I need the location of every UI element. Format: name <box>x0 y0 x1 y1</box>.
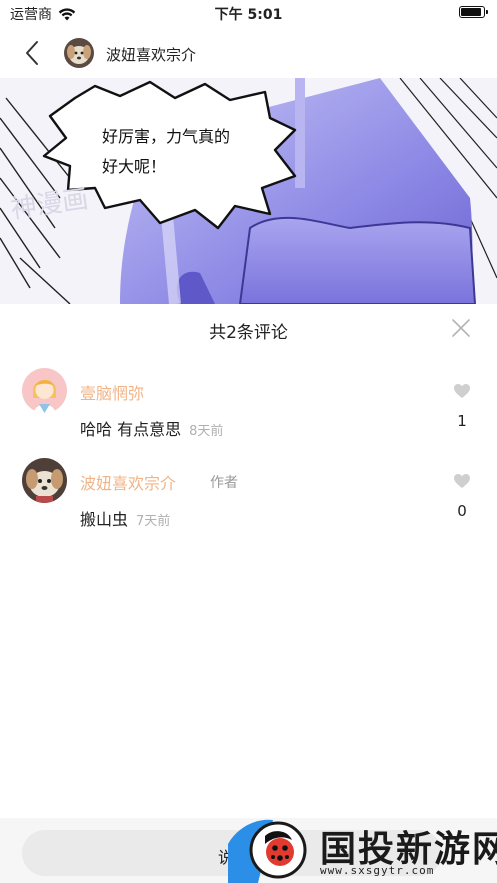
battery-fill <box>461 8 481 16</box>
comic-illustration: 神漫画 <box>0 78 497 304</box>
commenter-avatar[interactable] <box>22 368 67 413</box>
commenter-name[interactable]: 波妞喜欢宗介 <box>80 470 176 494</box>
heart-icon[interactable] <box>453 473 471 489</box>
status-time: 下午 5:01 <box>214 7 283 23</box>
speech-line-2: 好大呢！ <box>102 157 167 176</box>
close-icon[interactable] <box>451 318 471 338</box>
like-count: 0 <box>457 502 467 520</box>
speech-line-1: 好厉害，力气真的 <box>102 127 231 146</box>
comment-text: 搬山虫 <box>80 510 129 529</box>
like-count: 1 <box>457 412 467 430</box>
author-badge: 作者 <box>210 475 238 491</box>
comments-title: 共2条评论 <box>209 323 288 343</box>
battery-icon <box>459 6 488 18</box>
watermark-url: www.sxsgytr.com <box>320 864 435 877</box>
commenter-name[interactable]: 壹脑惘弥 <box>80 380 144 404</box>
author-avatar[interactable] <box>64 38 94 68</box>
comment-item: 壹脑惘弥 哈哈 有点意思 8天前 1 <box>0 368 497 440</box>
comic-image[interactable]: 神漫画 好厉害，力气真的 好大呢！ <box>0 78 497 304</box>
comment-time: 7天前 <box>136 514 171 529</box>
watermark-logo-icon <box>228 819 307 883</box>
back-chevron-icon[interactable] <box>18 38 46 68</box>
site-watermark: 国投新游网 www.sxsgytr.com <box>228 814 497 883</box>
speech-bubble-text: 好厉害，力气真的 好大呢！ <box>102 122 230 182</box>
comment-text: 哈哈 有点意思 <box>80 420 182 439</box>
commenter-avatar[interactable] <box>22 458 67 503</box>
header-title: 波妞喜欢宗介 <box>106 46 197 64</box>
comment-body: 哈哈 有点意思 8天前 <box>80 416 223 440</box>
top-nav: 波妞喜欢宗介 <box>0 28 497 78</box>
comment-time: 8天前 <box>189 424 224 439</box>
comment-body: 搬山虫 7天前 <box>80 506 170 530</box>
heart-icon[interactable] <box>453 383 471 399</box>
status-bar: 运营商 下午 5:01 <box>0 0 497 26</box>
comment-item: 波妞喜欢宗介 作者 搬山虫 7天前 0 <box>0 458 497 530</box>
